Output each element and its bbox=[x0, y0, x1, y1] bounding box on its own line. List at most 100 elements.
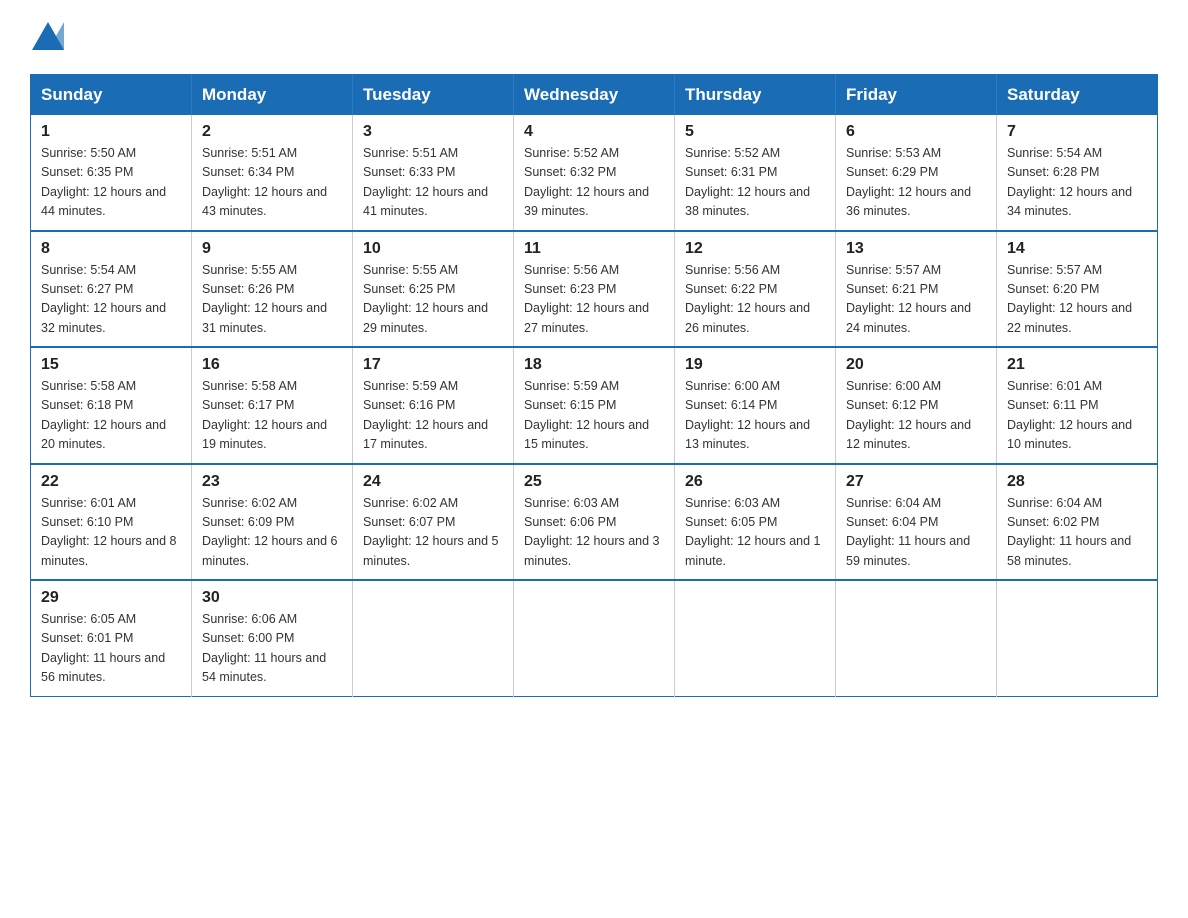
day-number: 30 bbox=[202, 589, 342, 607]
day-number: 11 bbox=[524, 240, 664, 258]
logo bbox=[30, 20, 66, 56]
day-number: 10 bbox=[363, 240, 503, 258]
day-cell: 3 Sunrise: 5:51 AMSunset: 6:33 PMDaylight… bbox=[353, 115, 514, 231]
day-number: 14 bbox=[1007, 240, 1147, 258]
day-number: 17 bbox=[363, 356, 503, 374]
day-cell: 13 Sunrise: 5:57 AMSunset: 6:21 PMDayligh… bbox=[836, 231, 997, 348]
day-info: Sunrise: 6:03 AMSunset: 6:06 PMDaylight:… bbox=[524, 494, 664, 572]
day-cell: 16 Sunrise: 5:58 AMSunset: 6:17 PMDayligh… bbox=[192, 347, 353, 464]
day-info: Sunrise: 5:53 AMSunset: 6:29 PMDaylight:… bbox=[846, 144, 986, 222]
header-wednesday: Wednesday bbox=[514, 75, 675, 116]
day-info: Sunrise: 6:02 AMSunset: 6:09 PMDaylight:… bbox=[202, 494, 342, 572]
week-row-4: 22Sunrise: 6:01 AMSunset: 6:10 PMDayligh… bbox=[31, 464, 1158, 581]
day-cell: 27 Sunrise: 6:04 AMSunset: 6:04 PMDayligh… bbox=[836, 464, 997, 581]
day-number: 29 bbox=[41, 589, 181, 607]
day-number: 25 bbox=[524, 473, 664, 491]
day-info: Sunrise: 5:54 AMSunset: 6:28 PMDaylight:… bbox=[1007, 144, 1147, 222]
week-row-2: 8 Sunrise: 5:54 AMSunset: 6:27 PMDaylight… bbox=[31, 231, 1158, 348]
week-row-5: 29 Sunrise: 6:05 AMSunset: 6:01 PMDayligh… bbox=[31, 580, 1158, 696]
day-info: Sunrise: 5:50 AMSunset: 6:35 PMDaylight:… bbox=[41, 144, 181, 222]
day-cell: 5 Sunrise: 5:52 AMSunset: 6:31 PMDaylight… bbox=[675, 115, 836, 231]
day-cell: 2Sunrise: 5:51 AMSunset: 6:34 PMDaylight… bbox=[192, 115, 353, 231]
header-saturday: Saturday bbox=[997, 75, 1158, 116]
day-number: 5 bbox=[685, 123, 825, 141]
day-cell bbox=[836, 580, 997, 696]
day-info: Sunrise: 6:04 AMSunset: 6:02 PMDaylight:… bbox=[1007, 494, 1147, 572]
day-number: 21 bbox=[1007, 356, 1147, 374]
day-cell: 10 Sunrise: 5:55 AMSunset: 6:25 PMDayligh… bbox=[353, 231, 514, 348]
day-number: 3 bbox=[363, 123, 503, 141]
day-cell: 8 Sunrise: 5:54 AMSunset: 6:27 PMDaylight… bbox=[31, 231, 192, 348]
day-cell: 18 Sunrise: 5:59 AMSunset: 6:15 PMDayligh… bbox=[514, 347, 675, 464]
day-info: Sunrise: 5:55 AMSunset: 6:26 PMDaylight:… bbox=[202, 261, 342, 339]
day-info: Sunrise: 6:01 AMSunset: 6:11 PMDaylight:… bbox=[1007, 377, 1147, 455]
day-cell: 19 Sunrise: 6:00 AMSunset: 6:14 PMDayligh… bbox=[675, 347, 836, 464]
day-number: 8 bbox=[41, 240, 181, 258]
day-info: Sunrise: 6:00 AMSunset: 6:14 PMDaylight:… bbox=[685, 377, 825, 455]
page-header bbox=[30, 20, 1158, 56]
day-cell: 29 Sunrise: 6:05 AMSunset: 6:01 PMDayligh… bbox=[31, 580, 192, 696]
day-number: 12 bbox=[685, 240, 825, 258]
day-number: 28 bbox=[1007, 473, 1147, 491]
day-info: Sunrise: 5:59 AMSunset: 6:15 PMDaylight:… bbox=[524, 377, 664, 455]
day-info: Sunrise: 5:52 AMSunset: 6:31 PMDaylight:… bbox=[685, 144, 825, 222]
day-cell bbox=[353, 580, 514, 696]
day-cell: 1 Sunrise: 5:50 AMSunset: 6:35 PMDaylight… bbox=[31, 115, 192, 231]
day-number: 22 bbox=[41, 473, 181, 491]
day-info: Sunrise: 5:51 AMSunset: 6:33 PMDaylight:… bbox=[363, 144, 503, 222]
day-number: 9 bbox=[202, 240, 342, 258]
day-number: 7 bbox=[1007, 123, 1147, 141]
day-info: Sunrise: 5:57 AMSunset: 6:20 PMDaylight:… bbox=[1007, 261, 1147, 339]
header-monday: Monday bbox=[192, 75, 353, 116]
day-cell: 7 Sunrise: 5:54 AMSunset: 6:28 PMDaylight… bbox=[997, 115, 1158, 231]
day-cell: 9 Sunrise: 5:55 AMSunset: 6:26 PMDaylight… bbox=[192, 231, 353, 348]
day-number: 16 bbox=[202, 356, 342, 374]
day-cell: 15 Sunrise: 5:58 AMSunset: 6:18 PMDayligh… bbox=[31, 347, 192, 464]
day-number: 4 bbox=[524, 123, 664, 141]
day-info: Sunrise: 5:55 AMSunset: 6:25 PMDaylight:… bbox=[363, 261, 503, 339]
week-row-3: 15 Sunrise: 5:58 AMSunset: 6:18 PMDayligh… bbox=[31, 347, 1158, 464]
day-number: 19 bbox=[685, 356, 825, 374]
day-info: Sunrise: 6:06 AMSunset: 6:00 PMDaylight:… bbox=[202, 610, 342, 688]
day-info: Sunrise: 5:54 AMSunset: 6:27 PMDaylight:… bbox=[41, 261, 181, 339]
day-cell: 30 Sunrise: 6:06 AMSunset: 6:00 PMDayligh… bbox=[192, 580, 353, 696]
day-number: 2 bbox=[202, 123, 342, 141]
day-number: 1 bbox=[41, 123, 181, 141]
day-cell: 17 Sunrise: 5:59 AMSunset: 6:16 PMDayligh… bbox=[353, 347, 514, 464]
day-number: 18 bbox=[524, 356, 664, 374]
day-info: Sunrise: 6:04 AMSunset: 6:04 PMDaylight:… bbox=[846, 494, 986, 572]
day-info: Sunrise: 5:57 AMSunset: 6:21 PMDaylight:… bbox=[846, 261, 986, 339]
day-cell bbox=[997, 580, 1158, 696]
day-info: Sunrise: 5:56 AMSunset: 6:22 PMDaylight:… bbox=[685, 261, 825, 339]
day-number: 26 bbox=[685, 473, 825, 491]
header-tuesday: Tuesday bbox=[353, 75, 514, 116]
day-info: Sunrise: 6:02 AMSunset: 6:07 PMDaylight:… bbox=[363, 494, 503, 572]
calendar-header: SundayMondayTuesdayWednesdayThursdayFrid… bbox=[31, 75, 1158, 116]
day-info: Sunrise: 6:03 AMSunset: 6:05 PMDaylight:… bbox=[685, 494, 825, 572]
day-number: 13 bbox=[846, 240, 986, 258]
day-cell: 12 Sunrise: 5:56 AMSunset: 6:22 PMDayligh… bbox=[675, 231, 836, 348]
day-info: Sunrise: 5:58 AMSunset: 6:18 PMDaylight:… bbox=[41, 377, 181, 455]
day-info: Sunrise: 6:05 AMSunset: 6:01 PMDaylight:… bbox=[41, 610, 181, 688]
day-info: Sunrise: 6:00 AMSunset: 6:12 PMDaylight:… bbox=[846, 377, 986, 455]
day-number: 15 bbox=[41, 356, 181, 374]
header-friday: Friday bbox=[836, 75, 997, 116]
header-thursday: Thursday bbox=[675, 75, 836, 116]
day-cell: 26 Sunrise: 6:03 AMSunset: 6:05 PMDayligh… bbox=[675, 464, 836, 581]
day-info: Sunrise: 5:59 AMSunset: 6:16 PMDaylight:… bbox=[363, 377, 503, 455]
day-info: Sunrise: 5:52 AMSunset: 6:32 PMDaylight:… bbox=[524, 144, 664, 222]
day-cell: 22Sunrise: 6:01 AMSunset: 6:10 PMDayligh… bbox=[31, 464, 192, 581]
day-number: 27 bbox=[846, 473, 986, 491]
day-cell: 24 Sunrise: 6:02 AMSunset: 6:07 PMDayligh… bbox=[353, 464, 514, 581]
day-cell: 11Sunrise: 5:56 AMSunset: 6:23 PMDayligh… bbox=[514, 231, 675, 348]
day-info: Sunrise: 5:58 AMSunset: 6:17 PMDaylight:… bbox=[202, 377, 342, 455]
day-cell: 23Sunrise: 6:02 AMSunset: 6:09 PMDayligh… bbox=[192, 464, 353, 581]
day-cell: 25 Sunrise: 6:03 AMSunset: 6:06 PMDayligh… bbox=[514, 464, 675, 581]
logo-icon bbox=[30, 20, 66, 56]
day-cell: 21 Sunrise: 6:01 AMSunset: 6:11 PMDayligh… bbox=[997, 347, 1158, 464]
day-cell: 6 Sunrise: 5:53 AMSunset: 6:29 PMDaylight… bbox=[836, 115, 997, 231]
day-number: 24 bbox=[363, 473, 503, 491]
day-cell: 14 Sunrise: 5:57 AMSunset: 6:20 PMDayligh… bbox=[997, 231, 1158, 348]
day-number: 6 bbox=[846, 123, 986, 141]
header-sunday: Sunday bbox=[31, 75, 192, 116]
